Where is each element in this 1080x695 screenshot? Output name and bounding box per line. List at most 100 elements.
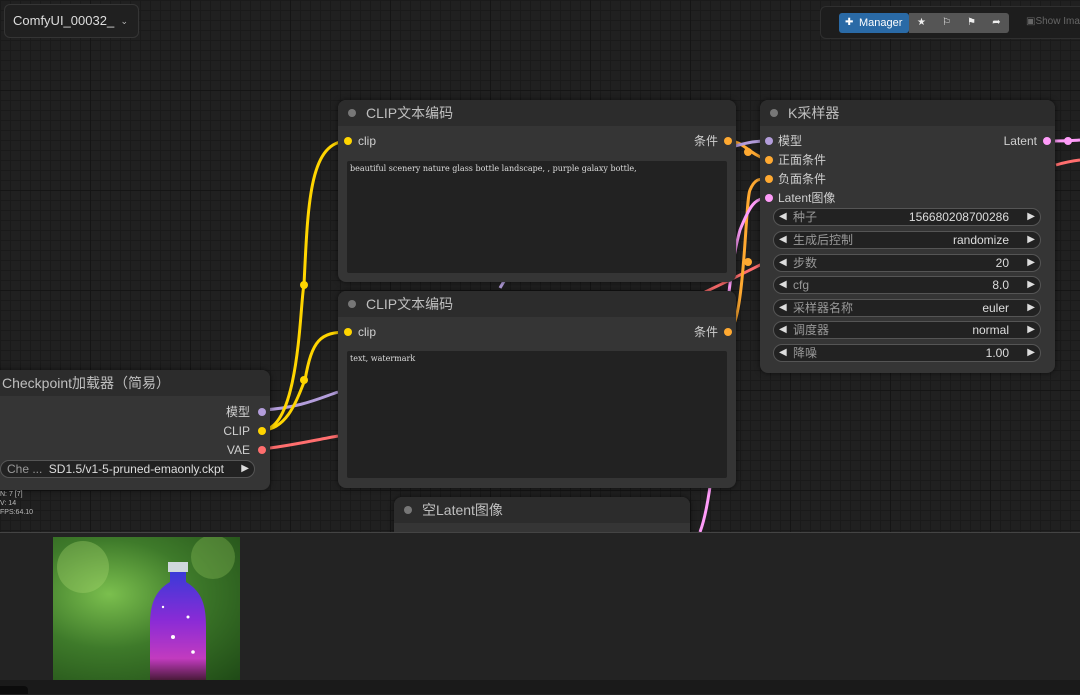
- output-label: Latent: [1003, 134, 1037, 148]
- vae-wire-out: [1055, 158, 1080, 167]
- denoise-widget[interactable]: ◀ 降噪 1.00 ▶: [773, 344, 1041, 362]
- prompt-textarea[interactable]: beautiful scenery nature glass bottle la…: [347, 161, 727, 273]
- vae-wire: [261, 434, 339, 451]
- arrow-left-icon[interactable]: ◀: [779, 278, 787, 292]
- reroute-dot: [744, 148, 752, 156]
- clip-text-encode-positive[interactable]: CLIP文本编码 clip 条件 beautiful scenery natur…: [338, 100, 736, 282]
- generated-image-thumbnail[interactable]: [53, 537, 240, 680]
- bottle-image: [57, 537, 235, 680]
- control-after-generate-widget[interactable]: ◀ 生成后控制 randomize ▶: [773, 231, 1041, 249]
- scheduler-widget[interactable]: ◀ 调度器 normal ▶: [773, 321, 1041, 339]
- workflow-name: ComfyUI_00032_: [13, 13, 115, 28]
- steps-widget[interactable]: ◀ 步数 20 ▶: [773, 254, 1041, 272]
- arrow-right-icon[interactable]: ▶: [1027, 278, 1035, 292]
- star-icon[interactable]: ★: [909, 13, 934, 33]
- node-title: CLIP文本编码: [366, 296, 454, 312]
- widget-label: 采样器名称: [793, 301, 854, 315]
- widget-value: randomize: [952, 233, 1009, 247]
- node-title: K采样器: [788, 105, 840, 121]
- prompt-textarea[interactable]: text, watermark: [347, 351, 727, 478]
- stat-line: V: 14: [0, 500, 17, 507]
- clip-text-encode-negative[interactable]: CLIP文本编码 clip 条件 text, watermark: [338, 291, 736, 488]
- widget-value: normal: [972, 323, 1009, 337]
- stat-line: FPS:64.10: [0, 509, 34, 516]
- reroute-dot: [1064, 137, 1072, 145]
- arrow-left-icon[interactable]: ◀: [779, 323, 787, 337]
- output-label: VAE: [226, 443, 250, 457]
- arrow-left-icon[interactable]: ◀: [779, 256, 787, 270]
- reroute-dot: [300, 376, 308, 384]
- empty-latent-node[interactable]: 空Latent图像: [394, 497, 690, 532]
- clip-input-socket[interactable]: [344, 137, 352, 145]
- status-block: [0, 686, 28, 694]
- manager-button[interactable]: ✚ Manager: [839, 13, 909, 33]
- arrow-right-icon[interactable]: ▶: [241, 462, 249, 476]
- seed-widget[interactable]: ◀ 种子 156680208700286 ▶: [773, 208, 1041, 226]
- arrow-left-icon[interactable]: ◀: [779, 346, 787, 360]
- latent-input-socket[interactable]: [765, 194, 773, 202]
- show-image-toggle[interactable]: ▣Show Ima: [1026, 16, 1080, 27]
- widget-label: 种子: [793, 210, 818, 224]
- node-title: 空Latent图像: [422, 502, 503, 518]
- widget-value: 156680208700286: [908, 210, 1009, 224]
- puzzle-icon: ✚: [845, 17, 854, 28]
- input-label: 模型: [778, 134, 803, 148]
- sampler-name-widget[interactable]: ◀ 采样器名称 euler ▶: [773, 299, 1041, 317]
- conditioning-output-socket[interactable]: [724, 137, 732, 145]
- output-label: 模型: [225, 405, 250, 419]
- widget-value: SD1.5/v1-5-pruned-emaonly.ckpt: [48, 462, 224, 476]
- input-label: clip: [358, 325, 377, 339]
- collapse-dot-icon[interactable]: [348, 300, 356, 308]
- clip-output-socket[interactable]: [258, 427, 266, 435]
- share-icon[interactable]: ⚐: [934, 13, 959, 33]
- workflow-selector[interactable]: ComfyUI_00032_ ⌄: [4, 4, 139, 38]
- input-label: 负面条件: [778, 172, 827, 186]
- widget-value: 8.0: [992, 278, 1009, 292]
- ckpt-name-combo[interactable]: Che ... SD1.5/v1-5-pruned-emaonly.ckpt ▶: [0, 460, 255, 478]
- arrow-left-icon[interactable]: ◀: [779, 301, 787, 315]
- output-label: 条件: [693, 325, 718, 339]
- arrow-right-icon[interactable]: ▶: [1027, 301, 1035, 315]
- negative-input-socket[interactable]: [765, 175, 773, 183]
- node-canvas[interactable]: Checkpoint加载器（简易） 模型 CLIP VAE Che ... SD…: [0, 0, 1080, 532]
- reroute-dot: [744, 258, 752, 266]
- share-alt-icon[interactable]: ⚑: [959, 13, 984, 33]
- positive-input-socket[interactable]: [765, 156, 773, 164]
- checkpoint-loader-node[interactable]: Checkpoint加载器（简易） 模型 CLIP VAE Che ... SD…: [0, 370, 270, 490]
- show-image-label: Show Ima: [1035, 16, 1080, 27]
- arrow-left-icon[interactable]: ◀: [779, 233, 787, 247]
- widget-value: euler: [982, 301, 1009, 315]
- stat-line: N: 7 [7]: [0, 491, 23, 498]
- conditioning-output-socket[interactable]: [724, 328, 732, 336]
- reroute-dot: [300, 281, 308, 289]
- collapse-dot-icon[interactable]: [348, 109, 356, 117]
- model-output-socket[interactable]: [258, 408, 266, 416]
- widget-label: Che ...: [7, 462, 43, 476]
- arrow-right-icon[interactable]: ▶: [1027, 256, 1035, 270]
- collapse-dot-icon[interactable]: [404, 506, 412, 514]
- model-input-socket[interactable]: [765, 137, 773, 145]
- arrow-right-icon[interactable]: ▶: [1027, 346, 1035, 360]
- latent-output-socket[interactable]: [1043, 137, 1051, 145]
- arrow-left-icon[interactable]: ◀: [779, 210, 787, 224]
- arrow-right-icon[interactable]: ▶: [1027, 323, 1035, 337]
- arrow-icon[interactable]: ➦: [984, 13, 1009, 33]
- widget-label: 生成后控制: [793, 233, 854, 247]
- top-menu-bar: ✚ Manager ★ ⚐ ⚑ ➦ ▣Show Ima: [820, 6, 1080, 39]
- arrow-right-icon[interactable]: ▶: [1027, 210, 1035, 224]
- ksampler-node[interactable]: K采样器 模型 正面条件 负面条件 Latent图像 Latent ◀ 种子 1…: [760, 100, 1055, 373]
- node-title: Checkpoint加载器（简易）: [0, 370, 270, 396]
- input-label: 正面条件: [778, 153, 827, 167]
- input-label: clip: [358, 134, 377, 148]
- output-label: 条件: [693, 134, 718, 148]
- node-title: CLIP文本编码: [366, 105, 454, 121]
- widget-label: cfg: [793, 278, 810, 292]
- arrow-right-icon[interactable]: ▶: [1027, 233, 1035, 247]
- cfg-widget[interactable]: ◀ cfg 8.0 ▶: [773, 276, 1041, 294]
- widget-label: 降噪: [793, 346, 818, 360]
- collapse-dot-icon[interactable]: [770, 109, 778, 117]
- vae-output-socket[interactable]: [258, 446, 266, 454]
- widget-value: 20: [995, 256, 1009, 270]
- output-label: CLIP: [223, 424, 250, 438]
- clip-input-socket[interactable]: [344, 328, 352, 336]
